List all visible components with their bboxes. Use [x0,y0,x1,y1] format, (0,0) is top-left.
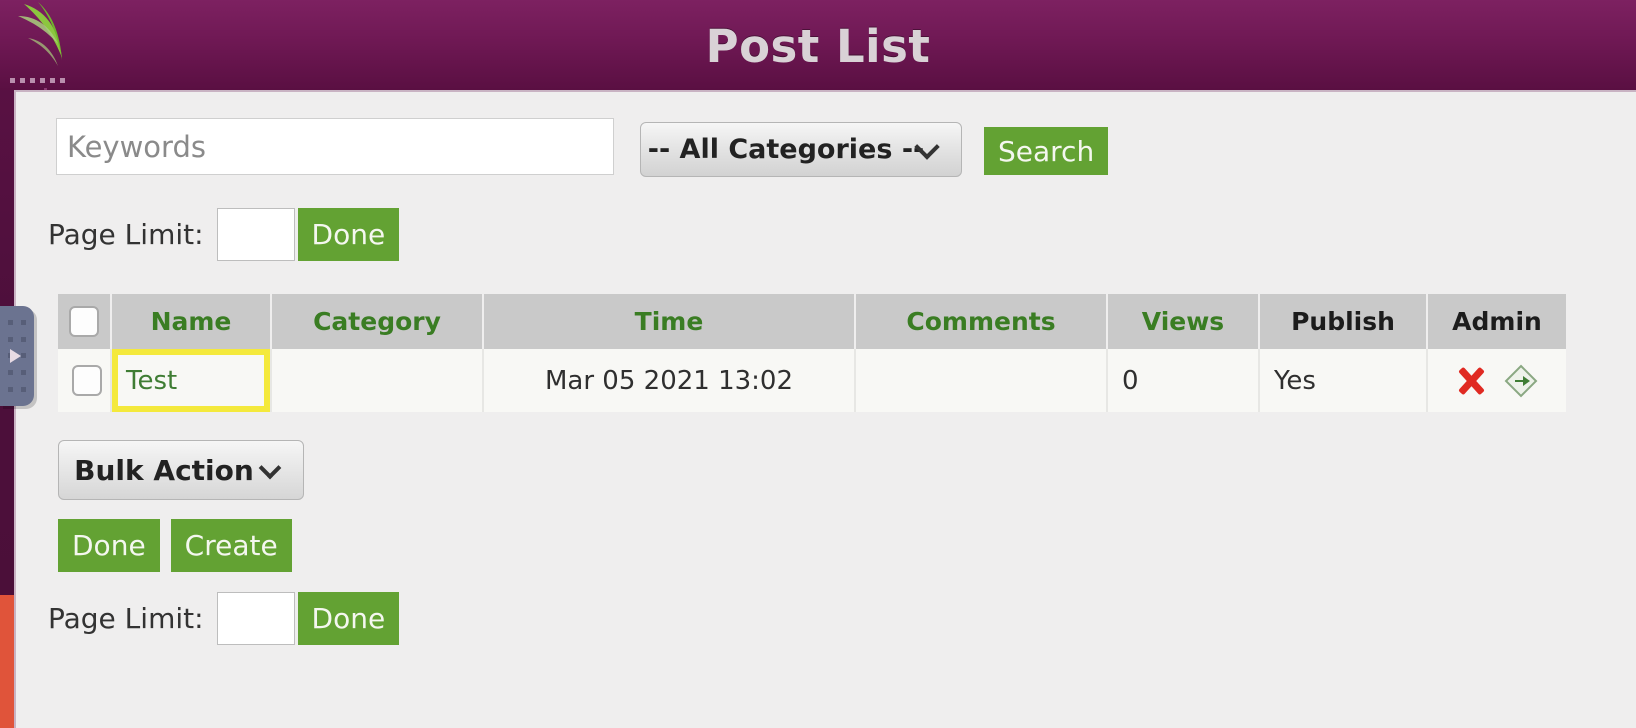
search-input[interactable] [56,118,614,175]
row-views-cell: 0 [1108,349,1260,412]
row-comments-cell [856,349,1108,412]
column-header-admin: Admin [1428,294,1566,349]
row-admin-cell [1428,349,1566,412]
bulk-action-wrap: Bulk Action [58,440,304,500]
column-header-time[interactable]: Time [484,294,856,349]
action-buttons: Done Create [58,519,292,572]
checkbox-icon[interactable] [69,306,99,338]
bulk-done-button[interactable]: Done [58,519,160,572]
search-bar: -- All Categories -- Search [56,118,1109,177]
window-header: Post List [0,0,1636,90]
category-select[interactable]: -- All Categories -- [640,122,962,177]
column-header-comments[interactable]: Comments [856,294,1108,349]
column-header-publish: Publish [1260,294,1428,349]
select-all-header [58,294,112,349]
page-limit-top: Page Limit: Done [48,208,400,261]
post-table: Name Category Time Comments Views Publis… [58,294,1566,412]
search-button[interactable]: Search [984,127,1109,175]
page-body: -- All Categories -- Search Page Limit: … [14,90,1636,728]
page-limit-top-label: Page Limit: [48,218,204,251]
page-limit-bottom-label: Page Limit: [48,602,204,635]
page-limit-top-done-button[interactable]: Done [297,208,400,261]
row-select-cell [58,349,112,412]
page-limit-bottom-done-button[interactable]: Done [297,592,400,645]
page-title: Post List [705,20,931,73]
table-row: Test Mar 05 2021 13:02 0 Yes [58,349,1566,412]
create-button[interactable]: Create [170,519,292,572]
column-header-name[interactable]: Name [112,294,272,349]
post-name-link[interactable]: Test [126,366,177,396]
column-header-category[interactable]: Category [272,294,484,349]
column-header-views[interactable]: Views [1108,294,1260,349]
dock-handle-triangle [10,349,21,363]
window-dots-icon [10,78,65,83]
row-category-cell [272,349,484,412]
row-publish-cell: Yes [1260,349,1428,412]
row-name-cell: Test [112,349,272,412]
edit-tag-icon[interactable] [1504,364,1538,398]
table-header-row: Name Category Time Comments Views Publis… [58,294,1566,349]
page-limit-bottom: Page Limit: Done [48,592,400,645]
row-time-cell: Mar 05 2021 13:02 [484,349,856,412]
checkbox-icon[interactable] [72,365,102,396]
screen: Post List -- All Categories -- Search Pa… [0,0,1636,728]
dock-handle-arrow-icon[interactable] [0,306,34,406]
category-select-wrap: -- All Categories -- [640,122,962,177]
page-limit-top-input[interactable] [216,208,295,261]
bulk-action-select[interactable]: Bulk Action [58,440,304,500]
page-limit-bottom-input[interactable] [216,592,295,645]
delete-x-icon[interactable] [1456,365,1486,397]
